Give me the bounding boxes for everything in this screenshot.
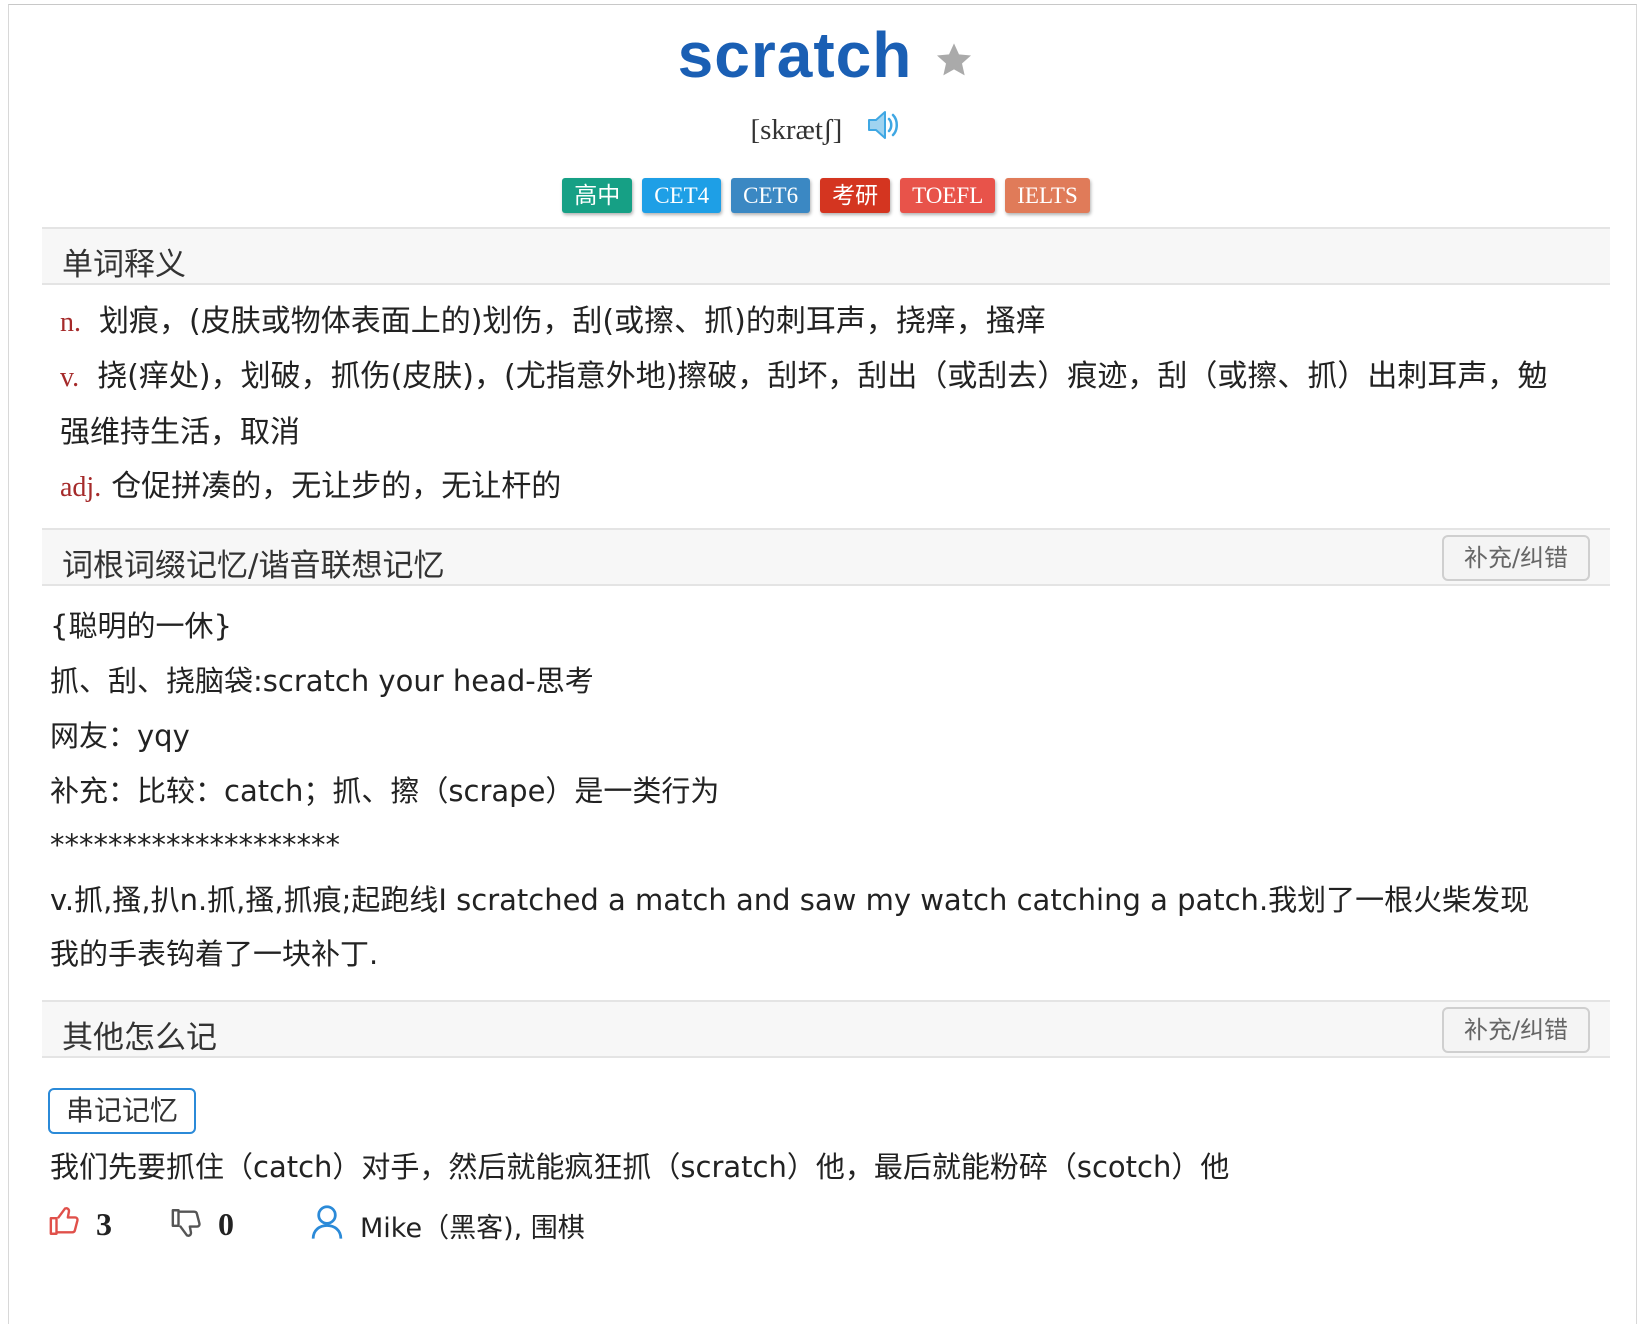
exam-tags: 高中 CET4 CET6 考研 TOEFL IELTS <box>42 178 1610 213</box>
other-memory-title: 其他怎么记 <box>62 1020 217 1056</box>
thumbs-down-icon[interactable] <box>170 1206 204 1248</box>
pos-label: v. <box>60 362 80 393</box>
user-icon <box>310 1204 344 1248</box>
phonetic: [skrætʃ] <box>750 114 843 146</box>
memory-line: v.抓,搔,扒n.抓,搔,抓痕;起跑线I scratched a match a… <box>50 883 1530 971</box>
word-header: scratch <box>42 18 1610 98</box>
author-name[interactable]: Mike（黑客), 围棋 <box>360 1206 585 1245</box>
definition-noun: n. 划痕，(皮肤或物体表面上的)划伤，刮(或擦、抓)的刺耳声，挠痒，搔痒 <box>60 294 1570 350</box>
tag-gaozhong[interactable]: 高中 <box>562 178 633 213</box>
tag-cet6[interactable]: CET6 <box>731 178 811 213</box>
memory-type-tag[interactable]: 串记记忆 <box>48 1088 197 1134</box>
pos-label: adj. <box>60 472 102 503</box>
definitions-header: 单词释义 <box>42 227 1610 285</box>
definition-text: 仓促拼凑的，无让步的，无让杆的 <box>111 469 562 504</box>
definitions-title: 单词释义 <box>62 247 186 283</box>
definition-text: 挠(痒处)，划破，抓伤(皮肤)，(尤指意外地)擦破，刮坏，刮出（或刮去）痕迹，刮… <box>60 359 1548 450</box>
root-memory-title: 词根词缀记忆/谐音联想记忆 <box>62 548 445 584</box>
dislike-count: 0 <box>218 1206 234 1242</box>
headword: scratch <box>677 19 913 91</box>
tag-ielts[interactable]: IELTS <box>1005 178 1090 213</box>
tag-kaoyan[interactable]: 考研 <box>820 178 891 213</box>
other-memory-header: 其他怎么记 补充/纠错 <box>42 1000 1610 1058</box>
phonetic-row: [skrætʃ] <box>42 111 1610 149</box>
memory-line: 抓、刮、挠脑袋:scratch your head-思考 <box>50 664 594 698</box>
speaker-icon[interactable] <box>866 109 902 149</box>
tag-toefl[interactable]: TOEFL <box>900 178 996 213</box>
memory-line: 网友：yqy <box>50 719 190 753</box>
definition-verb: v. 挠(痒处)，划破，抓伤(皮肤)，(尤指意外地)擦破，刮坏，刮出（或刮去）痕迹… <box>60 349 1570 460</box>
memory-text: 我们先要抓住（catch）对手，然后就能疯狂抓（scratch）他，最后就能粉碎… <box>50 1150 1230 1184</box>
supplement-correct-button[interactable]: 补充/纠错 <box>1442 1007 1590 1053</box>
memory-line: {聪明的一休} <box>50 609 232 643</box>
pos-label: n. <box>60 307 81 338</box>
thumbs-up-icon[interactable] <box>48 1204 82 1246</box>
definition-text: 划痕，(皮肤或物体表面上的)划伤，刮(或擦、抓)的刺耳声，挠痒，搔痒 <box>99 304 1046 339</box>
root-memory-header: 词根词缀记忆/谐音联想记忆 补充/纠错 <box>42 528 1610 586</box>
tag-cet4[interactable]: CET4 <box>642 178 722 213</box>
definition-adjective: adj. 仓促拼凑的，无让步的，无让杆的 <box>60 459 1570 515</box>
memory-line: 补充：比较：catch；抓、擦（scrape）是一类行为 <box>50 774 720 808</box>
star-icon[interactable] <box>934 40 974 85</box>
like-count: 3 <box>96 1206 112 1242</box>
vote-row: 3 0 Mike（黑客), 围棋 <box>48 1200 1048 1248</box>
memory-separator: ******************** <box>50 828 340 862</box>
supplement-correct-button[interactable]: 补充/纠错 <box>1442 535 1590 581</box>
